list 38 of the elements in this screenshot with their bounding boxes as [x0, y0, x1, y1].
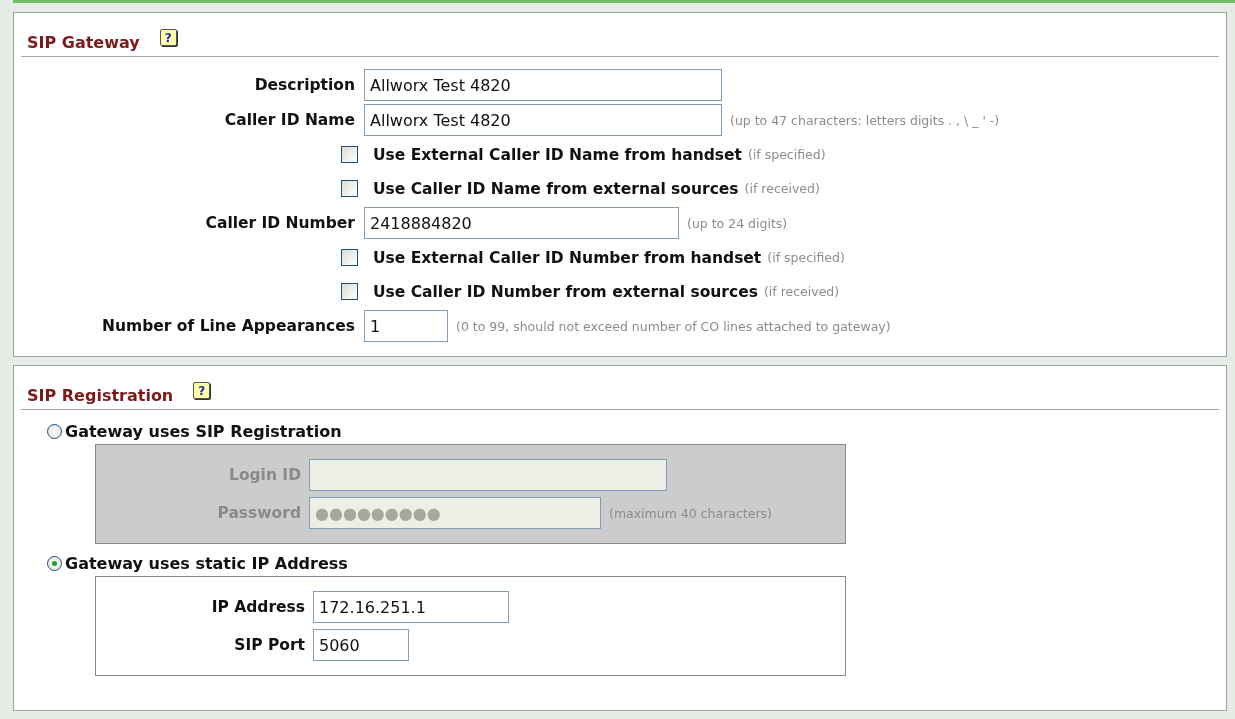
field-hint: (if specified) [747, 147, 826, 162]
field-label: SIP Port [233, 636, 305, 654]
text-field[interactable]: 1 [364, 310, 448, 342]
text-field[interactable]: 2418884820 [364, 207, 679, 239]
text-field[interactable]: Allworx Test 4820 [364, 69, 722, 101]
field-label: Number of Line Appearances [101, 317, 355, 335]
section-title: SIP Registration [27, 386, 174, 405]
checkbox[interactable] [341, 249, 358, 266]
text-field[interactable]: Allworx Test 4820 [364, 104, 722, 136]
field-hint: (if received) [744, 181, 820, 196]
checkbox[interactable] [341, 283, 358, 300]
checkbox[interactable] [341, 146, 358, 163]
field-hint: (up to 24 digits) [687, 215, 788, 231]
help-icon[interactable]: ? [193, 382, 211, 399]
text-field[interactable]: 5060 [313, 629, 409, 661]
field-hint: (if specified) [767, 250, 845, 265]
radio-label[interactable]: Gateway uses SIP Registration [65, 422, 342, 441]
checkbox-label[interactable]: Use Caller ID Name from external sources [373, 179, 739, 198]
help-icon[interactable]: ? [159, 29, 177, 46]
checkbox[interactable] [341, 180, 358, 197]
field-label: Login ID [228, 466, 301, 484]
checkbox-label[interactable]: Use External Caller ID Name from handset [373, 145, 742, 164]
checkbox-label[interactable]: Use External Caller ID Number from handset [373, 248, 762, 267]
field-hint: (up to 47 characters: letters digits . , \ _ ' -) [730, 112, 1000, 128]
checkbox-label[interactable]: Use Caller ID Number from external sources [373, 282, 758, 301]
field-label: Password [216, 504, 301, 522]
section-title: SIP Gateway [27, 33, 140, 52]
field-label: Caller ID Number [204, 214, 355, 232]
field-hint: (0 to 99, should not exceed number of CO lines attached to gateway) [456, 318, 891, 334]
field-hint: (if received) [763, 284, 840, 299]
radio-label[interactable]: Gateway uses static IP Address [65, 554, 348, 573]
field-label: Caller ID Name [223, 111, 355, 129]
radio-button[interactable] [47, 556, 62, 571]
radio-button[interactable] [47, 424, 62, 439]
field-label: IP Address [210, 598, 305, 616]
field-hint: (maximum 40 characters) [609, 505, 772, 521]
text-field[interactable]: 172.16.251.1 [313, 591, 509, 623]
field-label: Description [253, 76, 355, 94]
